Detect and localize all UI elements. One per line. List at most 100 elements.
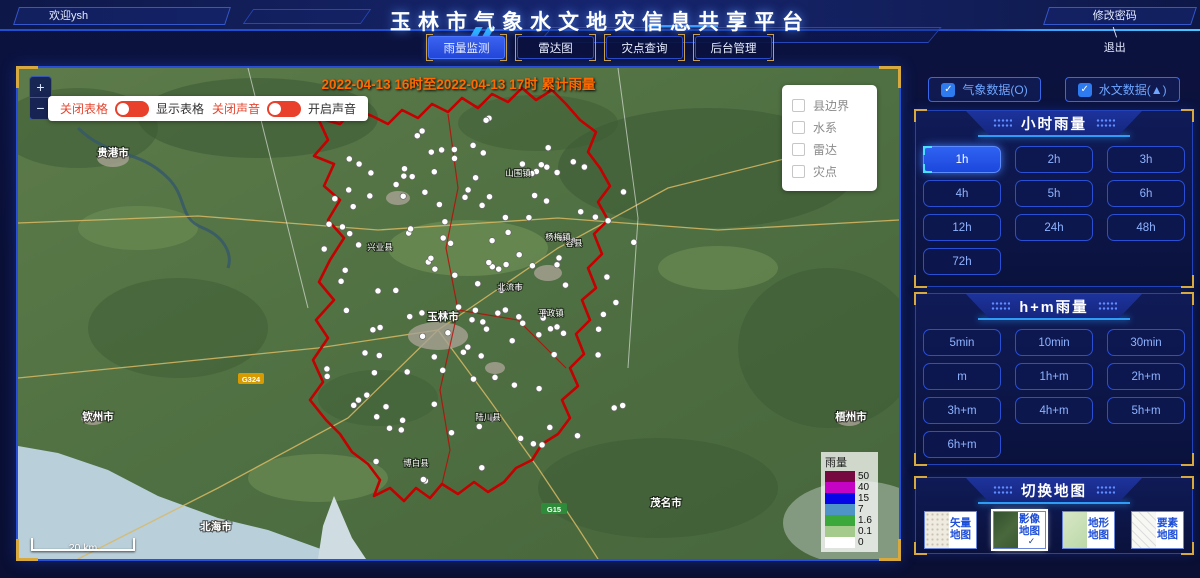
corner-accent: [1181, 476, 1194, 489]
checkbox-checked-icon[interactable]: ✓: [1078, 83, 1092, 97]
legend-swatch: [825, 471, 855, 482]
panel-title: 小时雨量: [1021, 113, 1087, 134]
legend-value: 7: [858, 504, 864, 515]
hour-button-grid: 1h 2h 3h 4h 5h 6h 12h 24h 48h 72h: [916, 137, 1192, 275]
layer-checkbox[interactable]: [792, 165, 805, 178]
duration-button[interactable]: 4h+m: [1015, 397, 1093, 424]
legend-value: 0.1: [858, 526, 872, 537]
app-root: 欢迎ysh 玉林市气象水文地灾信息共享平台 修改密码 | 退出 雨量监测雷达图灾…: [0, 0, 1200, 578]
legend-swatch: [825, 537, 855, 548]
duration-button[interactable]: 48h: [1107, 214, 1185, 241]
legend-band: 40: [825, 482, 874, 493]
svg-text:博白县: 博白县: [403, 458, 429, 468]
duration-button[interactable]: 1h: [923, 146, 1001, 173]
duration-button[interactable]: 5h: [1015, 180, 1093, 207]
duration-button[interactable]: 1h+m: [1015, 363, 1093, 390]
svg-text:贵港市: 贵港市: [97, 146, 129, 159]
corner-accent: [1181, 542, 1194, 555]
satellite-map[interactable]: G324G15 贵港市梧州市钦州市北海市茂名市玉林市兴业县容县北流市陆川县博白县…: [18, 68, 899, 559]
data-source-button[interactable]: ✓水文数据(▲): [1065, 77, 1180, 102]
map-container[interactable]: G324G15 贵港市梧州市钦州市北海市茂名市玉林市兴业县容县北流市陆川县博白县…: [16, 66, 901, 561]
hm-button-grid: 5min 10min 30min m 1h+m 2h+m 3h+m 4h+m 5h+m 6h+m: [916, 320, 1192, 458]
duration-button[interactable]: 10min: [1015, 329, 1093, 356]
duration-button[interactable]: 2h+m: [1107, 363, 1185, 390]
duration-button[interactable]: 30min: [1107, 329, 1185, 356]
svg-text:玉林市: 玉林市: [427, 310, 459, 323]
layer-row: 县边界: [792, 94, 867, 116]
duration-button[interactable]: 6h: [1107, 180, 1185, 207]
data-source-button[interactable]: ✓ 气象数据(O): [928, 77, 1040, 102]
toggle-off-label: 关闭声音: [212, 100, 260, 117]
nav-tab[interactable]: 雷达图: [517, 36, 594, 59]
layer-row: 水系: [792, 116, 867, 138]
duration-button[interactable]: 2h: [1015, 146, 1093, 173]
svg-text:北流市: 北流市: [497, 282, 523, 292]
duration-button[interactable]: 3h+m: [923, 397, 1001, 424]
duration-button[interactable]: 24h: [1015, 214, 1093, 241]
corner-accent: [914, 453, 927, 466]
map-type-label: 影像地图✓: [1018, 512, 1045, 548]
nav-tab[interactable]: 雨量监测: [428, 36, 505, 59]
panel-header: 切换地图: [966, 478, 1142, 502]
checkbox-checked-icon[interactable]: ✓: [941, 83, 955, 97]
map-toggle: 关闭声音 开启声音: [212, 100, 356, 117]
toggle-switch[interactable]: [115, 101, 149, 117]
corner-accent: [914, 476, 927, 489]
corner-accent: [1181, 275, 1194, 288]
layer-label: 雷达: [813, 141, 837, 158]
legend-swatch: [825, 482, 855, 493]
map-type-tile[interactable]: 影像地图✓: [993, 511, 1046, 549]
map-type-label: 要素地图✓: [1156, 512, 1183, 548]
svg-text:北海市: 北海市: [200, 520, 232, 533]
duration-button[interactable]: 3h: [1107, 146, 1185, 173]
map-type-text: 影像地图: [1019, 514, 1044, 538]
duration-button[interactable]: 4h: [923, 180, 1001, 207]
map-type-text: 地形地图: [1088, 518, 1113, 542]
corner-accent: [16, 539, 38, 561]
dots-decor-icon: [1096, 118, 1115, 128]
corner-accent: [879, 539, 901, 561]
panel-title: 切换地图: [1021, 480, 1087, 501]
layer-checkbox[interactable]: [792, 121, 805, 134]
layer-label: 水系: [813, 119, 837, 136]
map-toggle-bar: 关闭表格显示表格关闭声音 开启声音: [48, 96, 368, 121]
nav-tab[interactable]: 后台管理: [695, 36, 772, 59]
svg-text:山围镇: 山围镇: [505, 168, 531, 178]
legend-bands: 50401571.60.10: [825, 471, 874, 548]
svg-text:陆川县: 陆川县: [475, 412, 501, 422]
data-source-buttons: ✓ 气象数据(O) ✓水文数据(▲): [915, 77, 1193, 102]
data-source-label: 气象数据(O): [962, 81, 1027, 98]
toggle-switch[interactable]: [267, 101, 301, 117]
map-toggle: 关闭表格显示表格: [60, 100, 204, 117]
map-type-tile[interactable]: 要素地图✓: [1131, 511, 1184, 549]
map-type-label: 地形地图✓: [1087, 512, 1114, 548]
map-type-label: 矢量地图✓: [949, 512, 976, 548]
map-type-tile[interactable]: 地形地图✓: [1062, 511, 1115, 549]
legend-band: 7: [825, 504, 874, 515]
duration-button[interactable]: m: [923, 363, 1001, 390]
nav-tab[interactable]: 灾点查询: [606, 36, 683, 59]
duration-button[interactable]: 5h+m: [1107, 397, 1185, 424]
legend-band: 0: [825, 537, 874, 548]
duration-button[interactable]: 72h: [923, 248, 1001, 275]
hm-rainfall-panel: h+m雨量 5min10min30minm1h+m2h+m3h+m4h+m5h+…: [915, 293, 1193, 465]
legend-swatch: [825, 504, 855, 515]
layer-label: 灾点: [813, 163, 837, 180]
corner-accent: [914, 542, 927, 555]
legend-value: 15: [858, 493, 869, 504]
layer-checkbox[interactable]: [792, 143, 805, 156]
map-type-tile[interactable]: 矢量地图✓: [924, 511, 977, 549]
map-thumbnail: [994, 512, 1018, 548]
legend-value: 40: [858, 482, 869, 493]
svg-text:G324: G324: [242, 375, 261, 384]
corner-accent: [1181, 292, 1194, 305]
map-switch-panel: 切换地图 矢量地图✓ 影像地图✓ 地形地图✓ 要素地图✓: [915, 477, 1193, 554]
layer-checkbox[interactable]: [792, 99, 805, 112]
corner-accent: [879, 66, 901, 88]
toggle-on-label: 开启声音: [308, 100, 356, 117]
dots-decor-icon: [993, 118, 1012, 128]
duration-button[interactable]: 12h: [923, 214, 1001, 241]
svg-text:兴业县: 兴业县: [367, 242, 393, 252]
duration-button[interactable]: 6h+m: [923, 431, 1001, 458]
duration-button[interactable]: 5min: [923, 329, 1001, 356]
